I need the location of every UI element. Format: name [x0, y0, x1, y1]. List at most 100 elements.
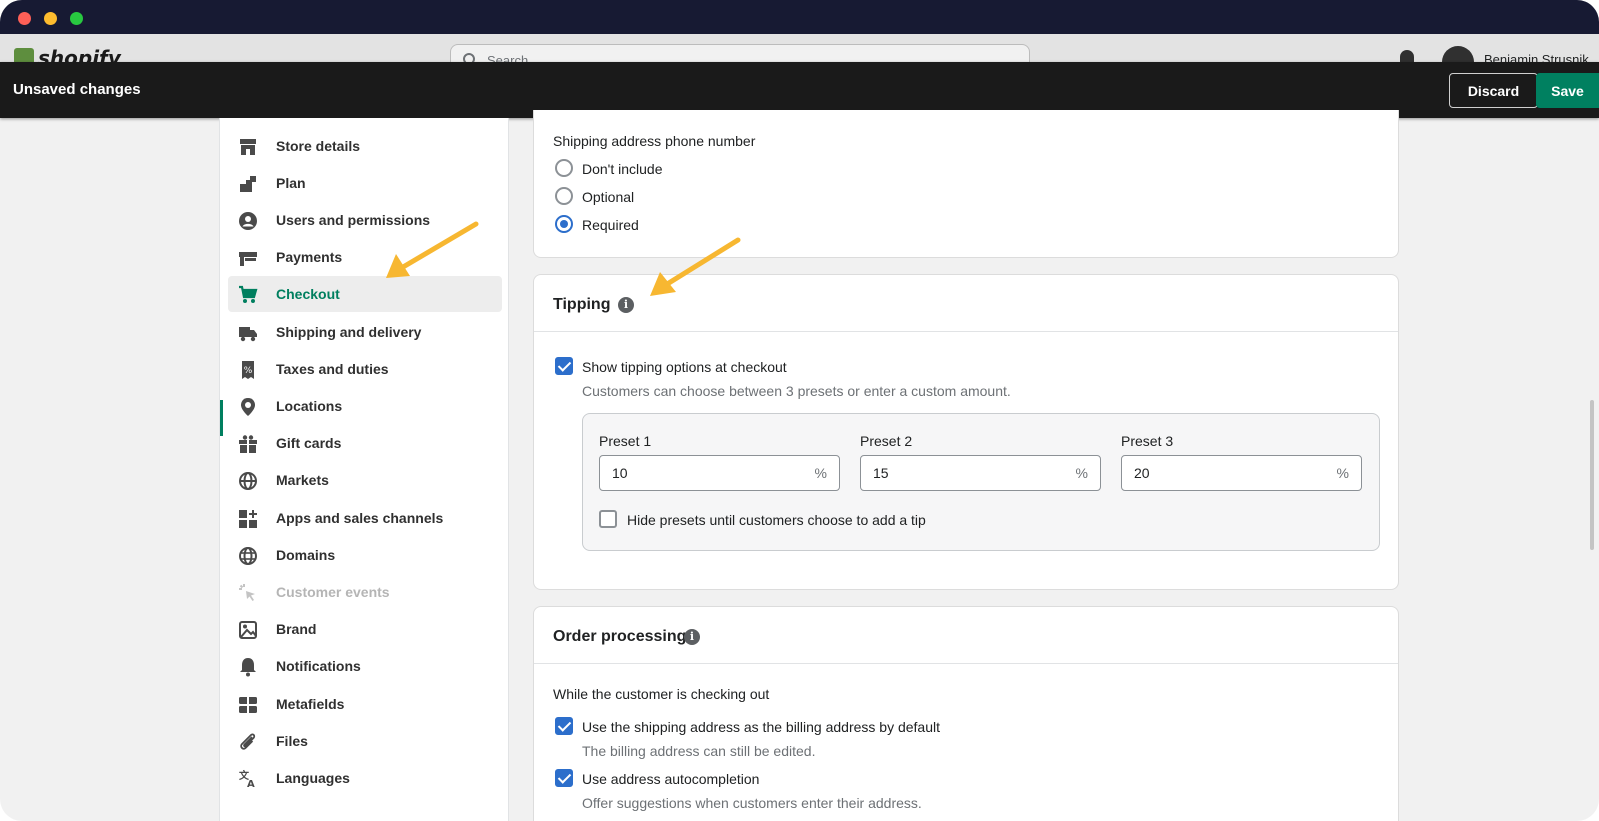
discard-button[interactable]: Discard	[1449, 73, 1538, 108]
sidebar-item-label: Shipping and delivery	[276, 324, 422, 340]
preset-3-label: Preset 3	[1121, 433, 1174, 449]
search-icon	[463, 53, 475, 62]
billing-address-label[interactable]: Use the shipping address as the billing …	[582, 719, 940, 735]
checking-out-subheading: While the customer is checking out	[553, 686, 770, 702]
gift-icon	[238, 434, 258, 454]
radio-optional-label[interactable]: Optional	[582, 189, 634, 205]
bell-icon	[238, 657, 258, 677]
shopify-logo-text: shopify	[38, 46, 121, 62]
sidebar-item-label: Notifications	[276, 658, 361, 674]
preset-3-input[interactable]: 20 %	[1121, 455, 1362, 491]
sidebar-item-label: Customer events	[276, 584, 390, 600]
order-processing-divider	[534, 663, 1398, 664]
location-pin-icon	[238, 397, 258, 417]
sidebar-item-gift-cards[interactable]: Gift cards	[228, 425, 502, 461]
paperclip-icon	[238, 732, 258, 752]
sidebar-item-markets[interactable]: Markets	[228, 462, 502, 498]
preset-1-value: 10	[612, 465, 628, 481]
order-processing-card: Order processing i While the customer is…	[533, 606, 1399, 821]
tipping-divider	[534, 331, 1398, 332]
sidebar-item-label: Payments	[276, 249, 343, 265]
order-processing-info-icon[interactable]: i	[684, 629, 700, 645]
preset-3-value: 20	[1134, 465, 1150, 481]
show-tipping-help: Customers can choose between 3 presets o…	[582, 383, 1011, 399]
billing-address-checkbox[interactable]	[555, 717, 573, 735]
truck-icon	[238, 323, 258, 343]
shipping-phone-heading: Shipping address phone number	[553, 133, 756, 149]
preset-1-input[interactable]: 10 %	[599, 455, 840, 491]
sidebar-item-label: Metafields	[276, 696, 345, 712]
user-icon	[238, 211, 258, 231]
cart-icon	[238, 285, 258, 305]
preset-2-value: 15	[873, 465, 889, 481]
sidebar-item-metafields[interactable]: Metafields	[228, 686, 502, 722]
payments-icon	[238, 248, 258, 268]
notifications-bell-icon[interactable]	[1400, 50, 1414, 62]
address-autocomplete-label[interactable]: Use address autocompletion	[582, 771, 759, 787]
preset-2-input[interactable]: 15 %	[860, 455, 1101, 491]
radio-required[interactable]	[555, 215, 573, 233]
account-name[interactable]: Benjamin Strusnik	[1484, 52, 1589, 62]
close-window-button[interactable]	[18, 12, 31, 25]
radio-dont-include-label[interactable]: Don't include	[582, 161, 663, 177]
sidebar-item-languages[interactable]: 文A Languages	[228, 760, 502, 796]
sidebar-item-label: Languages	[276, 770, 350, 786]
sidebar-item-files[interactable]: Files	[228, 723, 502, 759]
metafields-icon	[238, 695, 258, 715]
sidebar-item-label: Brand	[276, 621, 317, 637]
tipping-title: Tipping	[553, 296, 611, 313]
sidebar-item-label: Apps and sales channels	[276, 510, 444, 526]
avatar[interactable]	[1442, 46, 1474, 62]
sidebar-item-store-details[interactable]: Store details	[228, 128, 502, 164]
radio-required-label[interactable]: Required	[582, 217, 639, 233]
apps-icon	[238, 509, 258, 529]
sidebar-item-shipping[interactable]: Shipping and delivery	[228, 314, 502, 350]
sidebar-item-label: Files	[276, 733, 308, 749]
radio-dont-include[interactable]	[555, 159, 573, 177]
plan-icon	[238, 174, 258, 194]
show-tipping-label[interactable]: Show tipping options at checkout	[582, 359, 787, 375]
hide-presets-label[interactable]: Hide presets until customers choose to a…	[627, 512, 926, 528]
preset-2-label: Preset 2	[860, 433, 913, 449]
annotation-arrow-checkout	[386, 221, 479, 278]
app-window: shopify Search Benjamin Strusnik Unsaved…	[0, 0, 1599, 821]
sidebar-item-label: Gift cards	[276, 435, 342, 451]
sidebar-item-taxes[interactable]: % Taxes and duties	[228, 351, 502, 387]
billing-address-help: The billing address can still be edited.	[582, 743, 816, 759]
sidebar-item-locations[interactable]: Locations	[228, 388, 502, 424]
sidebar-item-domains[interactable]: Domains	[228, 537, 502, 573]
shopify-topbar: shopify Search Benjamin Strusnik	[0, 34, 1599, 62]
percent-suffix: %	[1075, 465, 1088, 481]
receipt-icon: %	[238, 360, 258, 380]
percent-suffix: %	[814, 465, 827, 481]
tipping-card: Tipping i Show tipping options at checko…	[533, 274, 1399, 590]
sidebar-item-notifications[interactable]: Notifications	[228, 648, 502, 684]
tipping-info-icon[interactable]: i	[618, 297, 634, 313]
sidebar-item-brand[interactable]: Brand	[228, 611, 502, 647]
show-tipping-checkbox[interactable]	[555, 357, 573, 375]
order-processing-title: Order processing	[553, 628, 687, 645]
radio-optional[interactable]	[555, 187, 573, 205]
sidebar-item-label: Plan	[276, 175, 306, 191]
store-icon	[238, 137, 258, 157]
hide-presets-checkbox[interactable]	[599, 510, 617, 528]
shopify-logo-icon	[14, 48, 34, 62]
cursor-click-icon	[238, 583, 258, 603]
domain-globe-icon	[238, 546, 258, 566]
tipping-presets-panel: Preset 1 10 % Preset 2 15 % Preset 3 20 …	[582, 413, 1380, 551]
sidebar-item-plan[interactable]: Plan	[228, 165, 502, 201]
percent-suffix: %	[1336, 465, 1349, 481]
minimize-window-button[interactable]	[44, 12, 57, 25]
address-autocomplete-checkbox[interactable]	[555, 769, 573, 787]
sidebar-item-label: Markets	[276, 472, 329, 488]
save-button[interactable]: Save	[1536, 73, 1599, 108]
sidebar-item-label: Taxes and duties	[276, 361, 389, 377]
unsaved-changes-title: Unsaved changes	[13, 81, 141, 98]
page-scrollbar[interactable]	[1590, 400, 1594, 550]
sidebar-item-apps[interactable]: Apps and sales channels	[228, 500, 502, 536]
sidebar-item-customer-events[interactable]: Customer events	[228, 574, 502, 610]
search-input[interactable]: Search	[450, 44, 1030, 62]
svg-text:A: A	[247, 779, 255, 789]
zoom-window-button[interactable]	[70, 12, 83, 25]
annotation-arrow-tipping	[650, 237, 741, 296]
